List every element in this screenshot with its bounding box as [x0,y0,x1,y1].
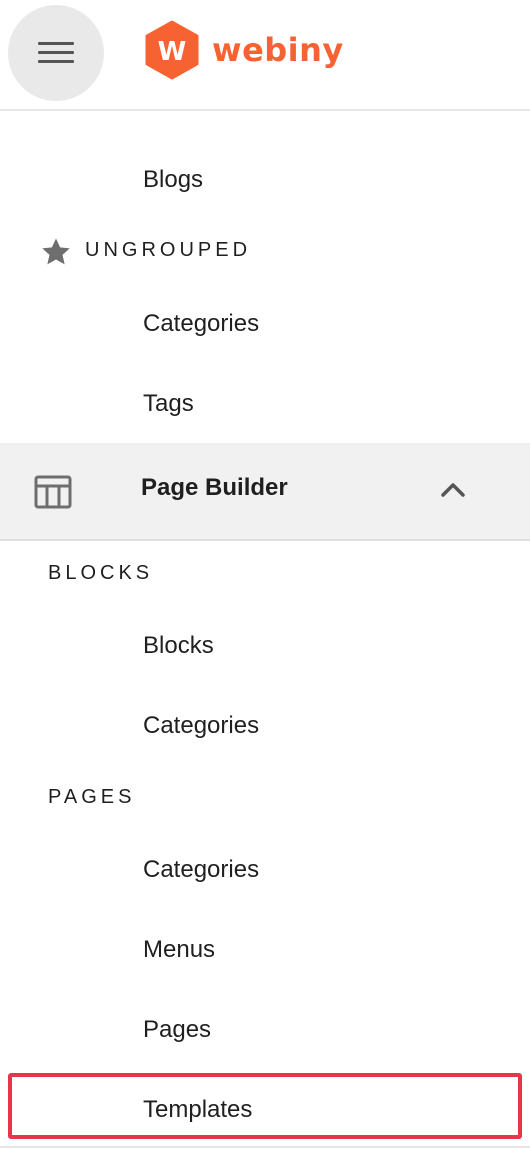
nav-item-menus[interactable]: Menus [0,915,530,985]
nav-item-templates[interactable]: Templates [0,1075,530,1145]
nav-item-label: Pages [143,1016,212,1043]
nav-item-label: Tags [143,390,194,417]
app-header: W webiny [0,0,530,111]
logo-wordmark: webiny [212,31,344,69]
section-label: Page Builder [141,474,288,501]
nav-item-pages[interactable]: Pages [0,995,530,1065]
webiny-logo[interactable]: W webiny [144,20,344,80]
nav-item-label: Categories [143,856,260,883]
svg-text:W: W [158,37,187,67]
hamburger-icon [38,42,74,64]
nav-section-page-builder[interactable]: Page Builder [0,443,530,541]
group-label-pages: PAGES [48,786,136,808]
nav-item-label: Menus [143,936,216,963]
nav-item-label: Blogs [143,166,204,193]
star-icon [42,238,70,265]
divider [0,1146,530,1148]
nav-item-label: Categories [143,712,260,739]
nav-item-block-categories[interactable]: Categories [0,691,530,761]
nav-item-label: Templates [143,1096,253,1123]
chevron-up-icon[interactable] [439,479,467,499]
group-label-blocks: BLOCKS [48,562,154,584]
nav-item-ungrouped-categories[interactable]: Categories [0,289,530,359]
nav-item-blogs[interactable]: Blogs [0,145,530,215]
group-label-ungrouped: UNGROUPED [85,239,252,261]
nav-item-label: Blocks [143,632,214,659]
nav-item-blocks[interactable]: Blocks [0,611,530,681]
menu-button[interactable] [8,5,104,101]
nav-item-page-categories[interactable]: Categories [0,835,530,905]
table-layout-icon [34,475,72,509]
nav-item-tags[interactable]: Tags [0,369,530,439]
nav-item-label: Categories [143,310,260,337]
webiny-logo-mark-icon: W [145,20,199,80]
